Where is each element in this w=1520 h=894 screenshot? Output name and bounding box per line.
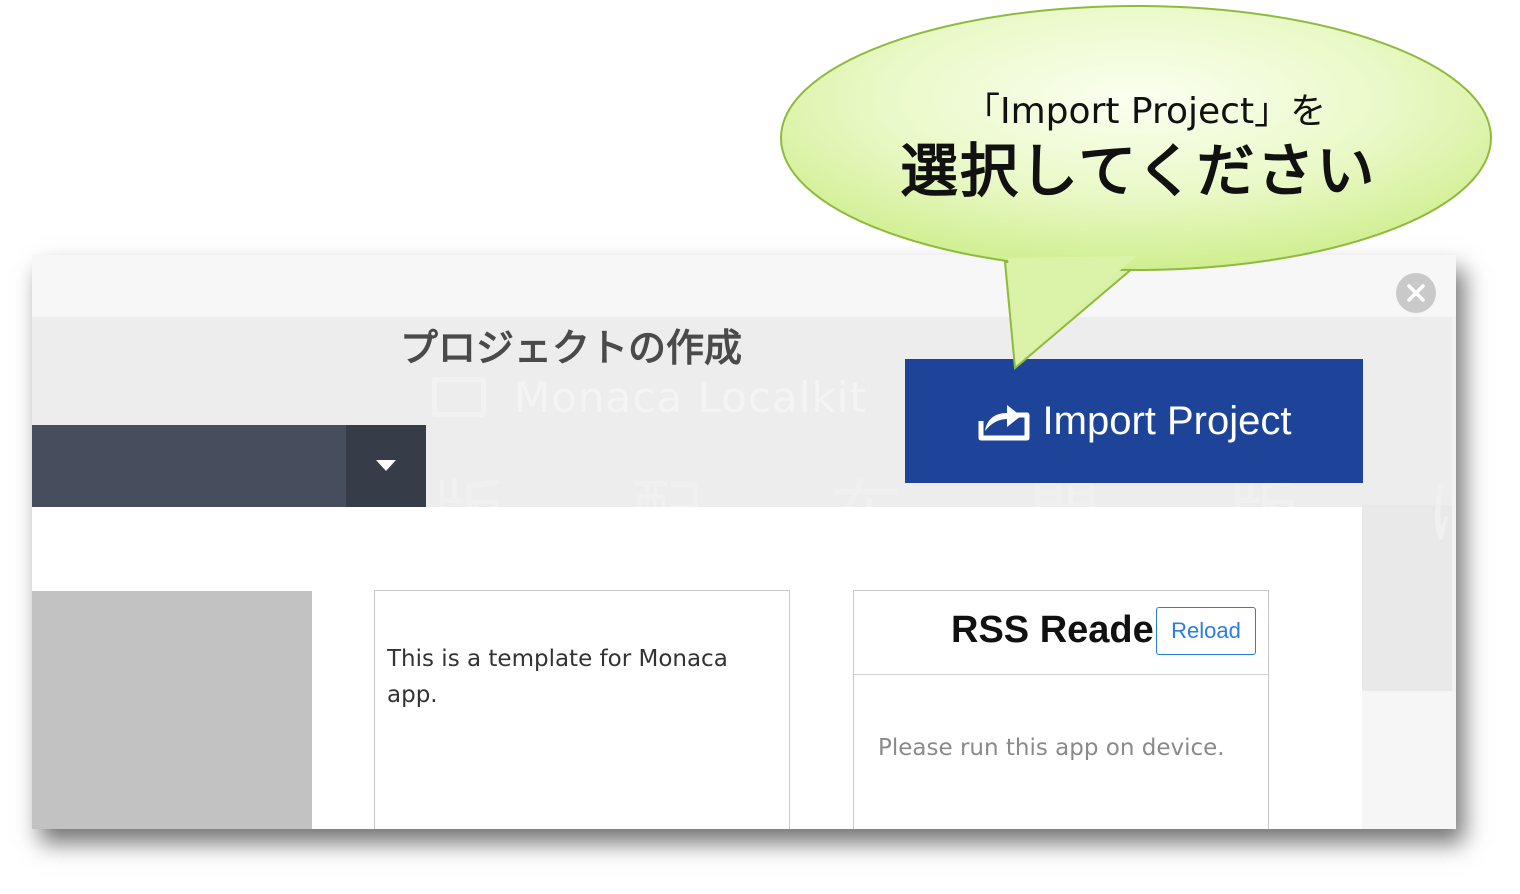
template-category-select[interactable] bbox=[32, 425, 426, 507]
rss-card-header: RSS Reade Reload bbox=[854, 591, 1268, 675]
select-toggle[interactable] bbox=[346, 425, 426, 507]
monaca-logo-icon bbox=[432, 377, 486, 417]
callout-line-2: 選択してください bbox=[900, 137, 1377, 205]
template-card-rss-reader[interactable]: RSS Reade Reload Please run this app on … bbox=[853, 590, 1269, 829]
background-lower bbox=[1362, 691, 1456, 829]
template-thumbnail[interactable] bbox=[32, 591, 312, 829]
template-card-blank[interactable]: This is a template for Monaca app. bbox=[374, 590, 790, 829]
import-upload-icon bbox=[978, 405, 1030, 441]
rss-reader-title: RSS Reade bbox=[951, 609, 1154, 651]
chevron-down-icon bbox=[376, 460, 396, 471]
reload-button[interactable]: Reload bbox=[1156, 607, 1256, 655]
background-watermark-text: Monaca Localkit bbox=[514, 373, 867, 422]
rss-device-message: Please run this app on device. bbox=[878, 735, 1225, 761]
template-description: This is a template for Monaca app. bbox=[387, 646, 728, 708]
dialog-title: プロジェクトの作成 bbox=[400, 326, 743, 370]
import-project-label: Import Project bbox=[1042, 398, 1292, 443]
